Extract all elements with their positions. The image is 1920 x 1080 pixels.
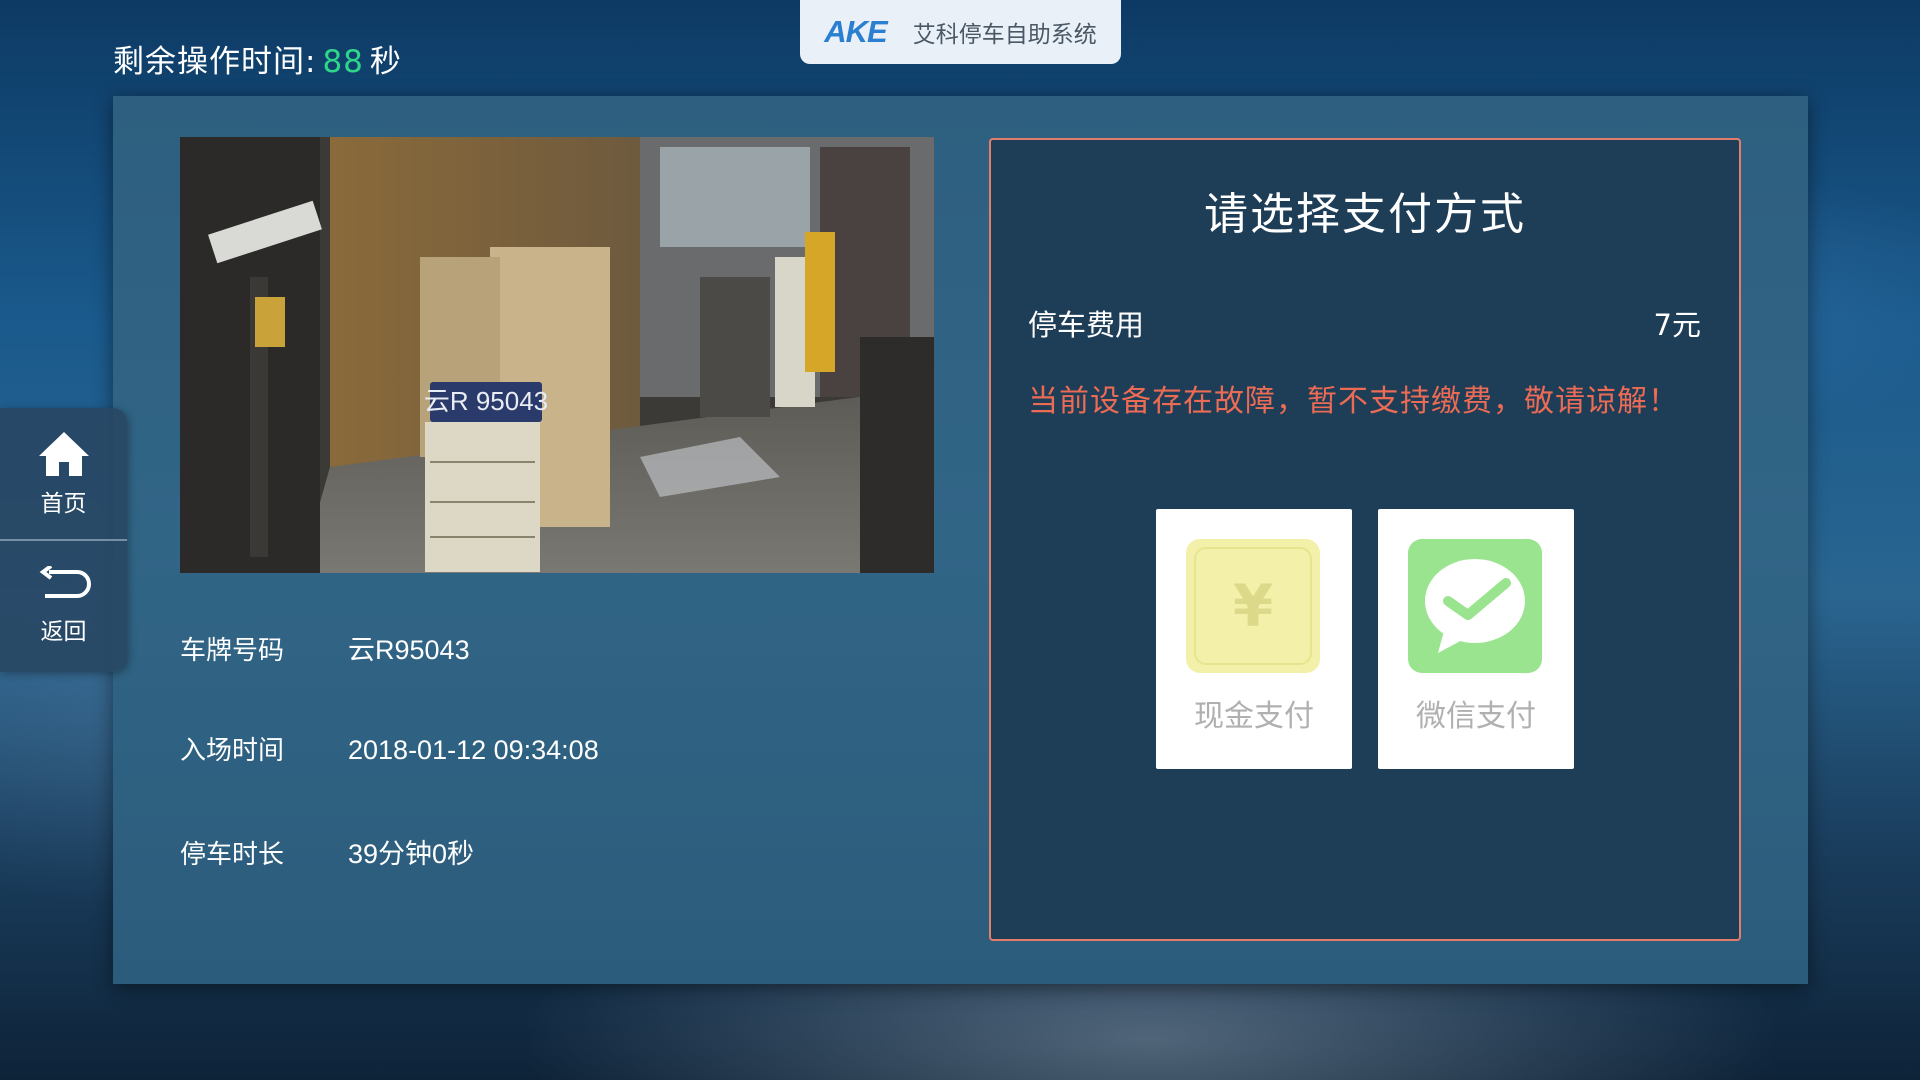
plate-number-label: 车牌号码 [180,636,285,666]
wechat-icon [1408,539,1542,673]
nav-home[interactable]: 首页 [0,408,127,540]
payment-title: 请选择支付方式 [1204,189,1526,240]
nav-back[interactable]: 返回 [0,540,127,672]
side-nav: 首页 返回 [0,408,127,672]
wechat-payment-label: 微信支付 [1416,699,1536,734]
parking-duration-row: 停车时长 39分钟0秒 [180,832,474,871]
plate-overlay-text: 云R 95043 [424,386,548,416]
home-icon [38,432,89,476]
brand-logo: AKE [824,14,887,49]
fee-value: 7元 [1653,308,1701,342]
entry-time-row: 入场时间 2018-01-12 09:34:08 [180,730,599,767]
timer-unit: 秒 [369,44,402,80]
nav-home-label: 首页 [40,491,87,517]
timer-label: 剩余操作时间: [113,44,317,80]
main-panel: 云R 95043 车牌号码 云R95043 入场时间 2018-01-12 09:3… [113,96,1808,984]
plate-number-row: 车牌号码 云R95043 [180,628,470,667]
cash-payment-button[interactable]: ¥ 现金支付 [1156,509,1352,769]
camera-scene-image: 云R 95043 [180,137,934,573]
entry-time-label: 入场时间 [180,736,285,766]
countdown-timer: 剩余操作时间: 88 秒 [113,36,402,81]
brand-header-tab: AKE 艾科停车自助系统 [800,0,1121,64]
camera-snapshot: 云R 95043 [180,137,934,573]
plate-number-value: 云R95043 [348,635,470,665]
system-name: 艾科停车自助系统 [912,22,1097,48]
entry-time-value: 2018-01-12 09:34:08 [348,735,599,765]
payment-panel: 请选择支付方式 停车费用 7元 当前设备存在故障，暂不支持缴费，敬请谅解！ ¥ … [989,138,1741,941]
yen-symbol: ¥ [1194,547,1312,665]
parking-duration-value: 39分钟0秒 [348,839,475,869]
nav-back-label: 返回 [40,619,87,645]
wechat-payment-button[interactable]: 微信支付 [1378,509,1574,769]
cash-yen-icon: ¥ [1186,539,1320,673]
fault-message: 当前设备存在故障，暂不支持缴费，敬请谅解！ [1028,384,1679,419]
timer-value: 88 [322,44,364,80]
fee-label: 停车费用 [1028,308,1145,342]
parking-duration-label: 停车时长 [180,840,285,870]
cash-payment-label: 现金支付 [1194,699,1314,734]
back-arrow-icon [39,566,91,598]
